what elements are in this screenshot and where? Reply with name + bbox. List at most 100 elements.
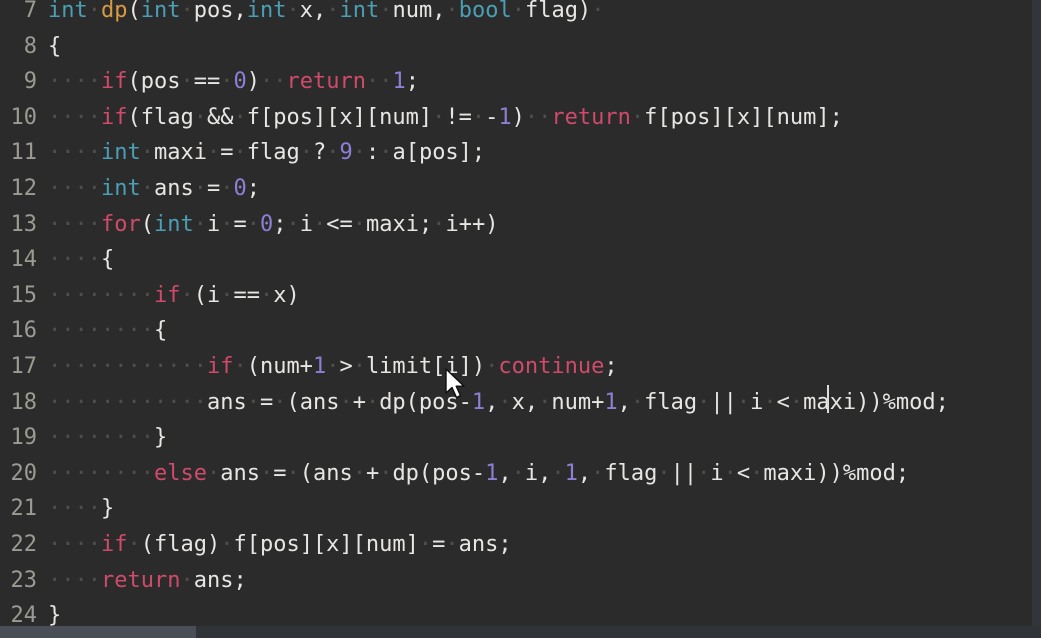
code-token-ctrl: return	[286, 69, 366, 95]
code-token-plain: ,	[617, 389, 631, 415]
horizontal-scrollbar-thumb[interactable]	[0, 626, 196, 638]
code-token-plain: =	[432, 532, 446, 557]
code-line[interactable]: 19 ········}	[0, 420, 1041, 456]
code-line[interactable]: 21 ····}	[0, 491, 1041, 527]
code-editor[interactable]: 7 int·dp(int·pos,int·x,·int·num,·bool·fla…	[0, 0, 1041, 638]
line-content[interactable]: ····}	[48, 491, 114, 527]
code-token-plain: limit[i])	[365, 354, 486, 379]
code-token-ws: ·	[736, 389, 751, 415]
code-line[interactable]: 7 int·dp(int·pos,int·x,·int·num,·bool·fla…	[0, 0, 1041, 29]
line-content[interactable]: ····{	[48, 242, 114, 278]
code-line[interactable]: 24}	[0, 598, 1041, 626]
code-token-ws: ··	[259, 69, 287, 95]
code-line[interactable]: 16 ········{	[0, 313, 1041, 349]
code-token-plain: (i	[193, 282, 221, 308]
code-line[interactable]: 15 ········if·(i·==·x)	[0, 278, 1041, 314]
code-token-ws: ·	[233, 104, 247, 130]
code-token-plain: num,	[392, 0, 446, 23]
line-content[interactable]: }	[48, 598, 61, 626]
line-content[interactable]: {	[48, 29, 61, 65]
code-token-plain: &&	[206, 104, 234, 130]
code-token-ws: ·	[365, 389, 380, 415]
code-token-ws: ········	[48, 460, 154, 486]
code-token-plain: f[pos][x][num]	[246, 104, 433, 130]
code-token-ws: ·	[246, 211, 260, 237]
line-content[interactable]: ····if(pos·==·0)··return··1;	[48, 64, 419, 100]
code-line[interactable]: 14 ····{	[0, 242, 1041, 278]
code-token-ws: ·	[630, 389, 645, 415]
code-token-type: int	[100, 176, 141, 201]
code-token-ws: ·	[591, 0, 605, 23]
line-content[interactable]: ····if·(flag)·f[pos][x][num]·=·ans;	[48, 527, 512, 563]
line-content[interactable]: ········{	[48, 313, 167, 349]
code-token-plain: num+	[551, 389, 605, 415]
code-token-num: 1	[564, 460, 578, 486]
code-token-ws: ·	[299, 140, 313, 166]
line-number: 15	[10, 282, 38, 308]
code-token-num: 1	[471, 389, 486, 415]
code-token-ws: ·	[763, 389, 777, 415]
line-number: 16	[10, 318, 38, 344]
code-token-plain: ;	[273, 211, 287, 237]
line-content[interactable]: ····int·ans·=·0;	[48, 171, 260, 207]
code-line[interactable]: 12 ····int·ans·=·0;	[0, 171, 1041, 207]
code-token-ws: ·	[498, 389, 512, 415]
line-content[interactable]: ········if·(i·==·x)	[48, 278, 300, 314]
line-content[interactable]: ····return·ans;	[48, 563, 247, 599]
code-token-plain: (num+	[246, 354, 313, 379]
line-content[interactable]: ············ans·=·(ans·+·dp(pos-1,·x,·nu…	[48, 385, 949, 421]
code-token-plain: i++)	[445, 211, 499, 237]
line-content[interactable]: ····if(flag·&&·f[pos][x][num]·!=·-1)··re…	[48, 100, 843, 136]
horizontal-scrollbar[interactable]	[0, 626, 1041, 638]
code-line[interactable]: 9 ····if(pos·==·0)··return··1;	[0, 64, 1041, 100]
code-token-ws: ·	[180, 0, 194, 23]
code-line[interactable]: 18 ············ans·=·(ans·+·dp(pos-1,·x,·…	[0, 385, 1041, 421]
line-content[interactable]: ····int·maxi·=·flag·?·9·:·a[pos];	[48, 135, 485, 171]
code-token-plain: ||	[710, 389, 737, 415]
code-token-plain: :	[365, 140, 380, 166]
code-token-plain: (ans	[286, 389, 340, 415]
line-number: 18	[10, 389, 38, 415]
code-line[interactable]: 11 ····int·maxi·=·flag·?·9·:·a[pos];	[0, 135, 1041, 171]
code-line[interactable]: 8{	[0, 29, 1041, 65]
line-content[interactable]: int·dp(int·pos,int·x,·int·num,·bool·flag…	[48, 0, 604, 29]
code-token-ws: ·	[259, 460, 274, 486]
code-token-ws: ·	[471, 104, 486, 130]
code-line[interactable]: 10 ····if(flag·&&·f[pos][x][num]·!=·-1)··…	[0, 100, 1041, 136]
vertical-scrollbar[interactable]	[1032, 0, 1041, 626]
code-token-plain: }	[100, 496, 115, 522]
code-line[interactable]: 20 ········else·ans·=·(ans·+·dp(pos-1,·i,…	[0, 456, 1041, 492]
code-token-ws: ·	[750, 460, 764, 486]
code-line[interactable]: 17 ············if·(num+1·>·limit[i])·cont…	[0, 349, 1041, 385]
code-token-ws: ····	[48, 496, 101, 522]
code-token-type: bool	[458, 0, 512, 23]
code-token-ws: ·	[352, 211, 366, 237]
code-token-ctrl: else	[153, 460, 207, 486]
code-token-ctrl: return	[100, 567, 181, 593]
code-token-ws: ·	[352, 354, 366, 379]
code-token-ctrl: for	[100, 211, 141, 237]
line-content[interactable]: ········}	[48, 420, 167, 456]
code-token-ws: ·	[326, 0, 340, 23]
code-token-plain: +	[365, 460, 380, 486]
code-line[interactable]: 22 ····if·(flag)·f[pos][x][num]·=·ans;	[0, 527, 1041, 563]
code-token-ws: ·	[379, 0, 393, 23]
code-text-area[interactable]: 7 int·dp(int·pos,int·x,·int·num,·bool·fla…	[0, 0, 1041, 626]
code-token-plain: =	[220, 140, 234, 166]
code-token-ws: ·	[538, 389, 552, 415]
line-content[interactable]: ········else·ans·=·(ans·+·dp(pos-1,·i,·1…	[48, 456, 909, 492]
code-token-ctrl: if	[100, 104, 128, 130]
code-token-ws: ·	[352, 140, 366, 166]
code-token-ctrl: if	[100, 69, 128, 95]
code-line[interactable]: 23 ····return·ans;	[0, 563, 1041, 599]
code-token-plain: dp(pos-	[392, 460, 486, 486]
code-token-ws: ·	[193, 176, 207, 201]
line-number: 7	[23, 0, 37, 23]
code-token-plain: =	[273, 460, 287, 486]
line-content[interactable]: ············if·(num+1·>·limit[i])·contin…	[48, 349, 618, 385]
code-token-plain: ;	[246, 176, 260, 201]
line-content[interactable]: ····for(int·i·=·0;·i·<=·maxi;·i++)	[48, 207, 498, 243]
code-line[interactable]: 13 ····for(int·i·=·0;·i·<=·maxi;·i++)	[0, 207, 1041, 243]
code-token-ws: ····	[48, 69, 101, 95]
code-token-ws: ·	[551, 460, 565, 486]
